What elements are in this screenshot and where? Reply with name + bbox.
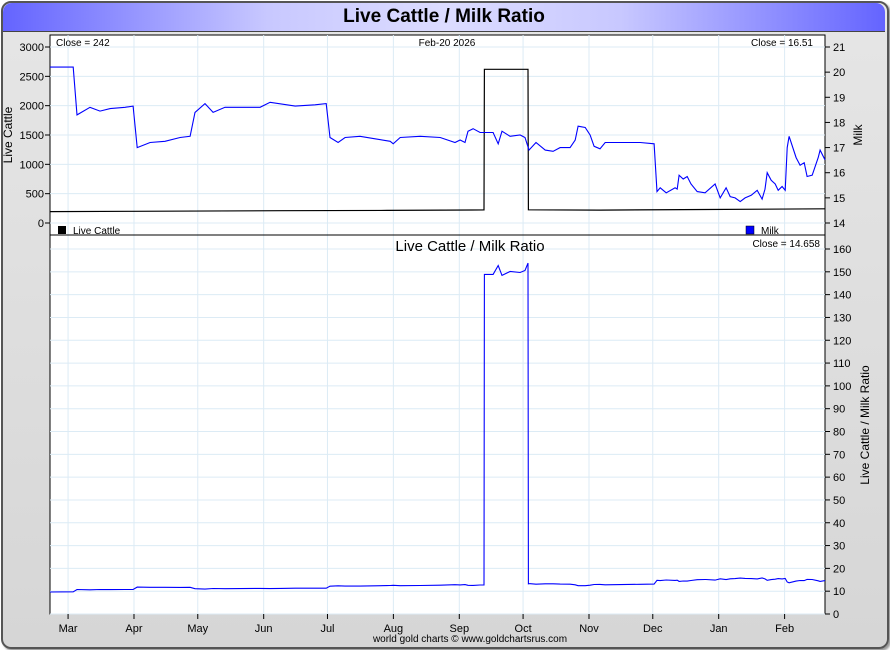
ratio-tick-label: 90 [833,404,845,416]
ratio-tick-label: 80 [833,427,845,439]
left-tick-label: 1000 [20,159,44,171]
ratio-tick-label: 100 [833,381,851,393]
milk-close: Close = 16.51 [751,38,813,49]
ratio-close: Close = 14.658 [752,239,820,250]
ratio-tick-label: 70 [833,449,845,461]
milk-tick-label: 18 [833,117,845,129]
left-tick-label: 500 [26,189,44,201]
legend-live-cattle-swatch [58,226,66,234]
left-axis-label: Live Cattle [1,106,15,163]
ratio-tick-label: 140 [833,290,851,302]
ratio-tick-label: 50 [833,495,845,507]
left-tick-label: 2000 [20,101,44,113]
milk-tick-label: 19 [833,92,845,104]
ratio-tick-label: 10 [833,586,845,598]
milk-tick-label: 20 [833,67,845,79]
ratio-tick-label: 110 [833,358,851,370]
ratio-tick-label: 0 [833,609,839,621]
legend-milk-swatch [745,225,755,235]
date-label: Feb-20 2026 [419,38,476,49]
milk-tick-label: 15 [833,193,845,205]
x-tick-label-mar: Mar [59,623,78,635]
plot-area [49,34,826,615]
ratio-panel-title: Live Cattle / Milk Ratio [395,238,544,255]
x-tick-label-apr: Apr [125,623,142,635]
x-tick-label-nov: Nov [579,623,599,635]
ratio-tick-label: 40 [833,518,845,530]
x-tick-label-jan: Jan [710,623,728,635]
milk-tick-label: 17 [833,143,845,155]
legend-milk: Milk [761,226,780,237]
left-tick-label: 0 [38,218,44,230]
ratio-axis-label: Live Cattle / Milk Ratio [858,365,872,485]
live-cattle-close: Close = 242 [56,38,110,49]
x-tick-label-may: May [187,623,208,635]
ratio-tick-label: 30 [833,541,845,553]
ratio-tick-label: 130 [833,312,851,324]
legend-live-cattle: Live Cattle [73,226,121,237]
footer-credit: world gold charts © www.goldchartsrus.co… [372,634,567,645]
milk-tick-label: 16 [833,168,845,180]
ratio-tick-label: 60 [833,472,845,484]
x-tick-label-feb: Feb [775,623,794,635]
ratio-tick-label: 160 [833,244,851,256]
ratio-tick-label: 150 [833,267,851,279]
milk-tick-label: 14 [833,218,845,230]
left-tick-label: 2500 [20,71,44,83]
milk-tick-label: 21 [833,42,845,54]
x-tick-label-jul: Jul [320,623,334,635]
left-tick-label: 3000 [20,42,44,54]
ratio-tick-label: 20 [833,563,845,575]
ratio-tick-label: 120 [833,335,851,347]
x-tick-label-jun: Jun [255,623,273,635]
x-tick-label-dec: Dec [643,623,663,635]
milk-axis-label: Milk [851,123,865,145]
chart-svg: Mar Apr May Jun Jul Aug Sep Oct Nov Dec Jan Feb0500… [1,34,872,645]
left-tick-label: 1500 [20,130,44,142]
